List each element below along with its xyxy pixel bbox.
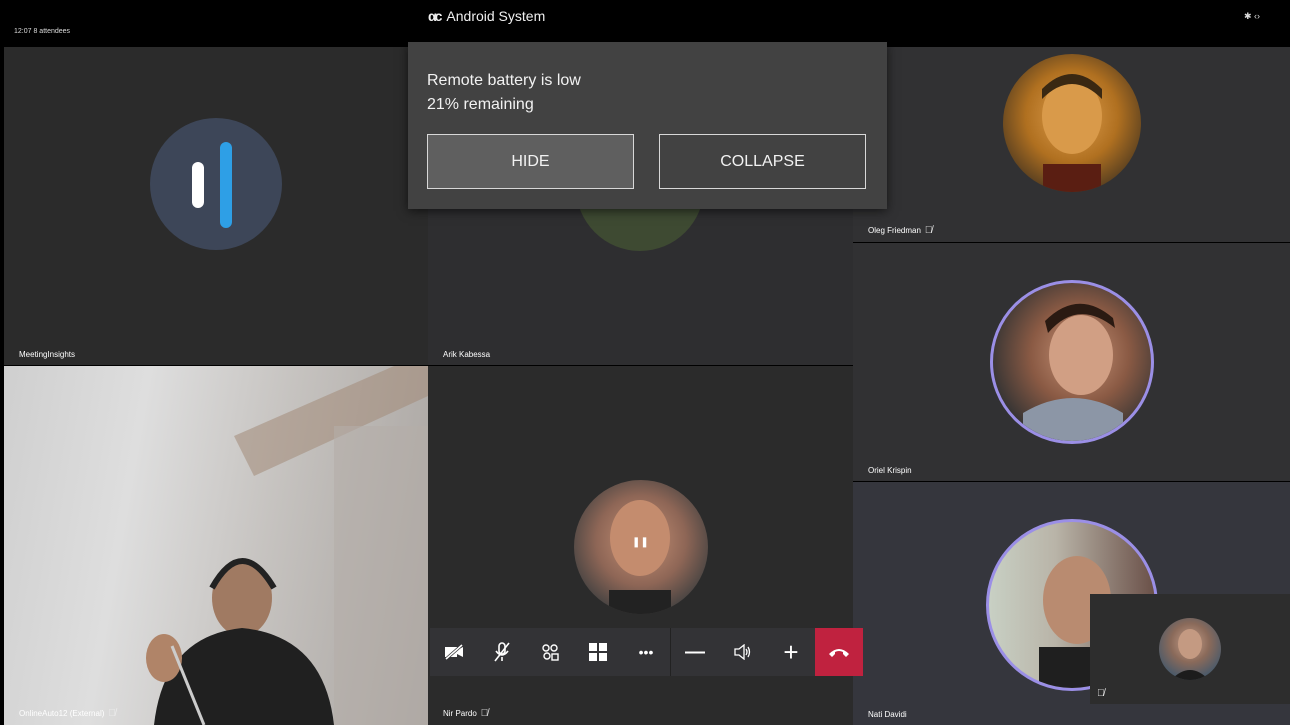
meeting-info: 12:07 8 attendees	[14, 28, 71, 35]
system-title: αc Android System	[428, 8, 545, 24]
mute-button[interactable]	[478, 628, 526, 676]
mic-off-icon: 🎙̸	[924, 225, 933, 236]
participant-name: Arik Kabessa	[443, 350, 491, 359]
mic-off-icon: 🎙̸	[1097, 688, 1105, 699]
volume-up-button[interactable]: +	[767, 628, 815, 676]
avatar	[1003, 54, 1141, 192]
self-video-preview[interactable]: 🎙̸	[1090, 594, 1290, 704]
camera-off-button[interactable]	[430, 628, 478, 676]
participant-tile-oriel-krispin[interactable]: Oriel Krispin	[853, 243, 1290, 481]
minus-icon: —	[685, 640, 705, 663]
meeting-insights-logo-icon	[150, 118, 282, 250]
participant-name: Oriel Krispin	[868, 466, 912, 475]
participant-name: OnlineAuto12 (External) 🎙̸	[19, 708, 116, 719]
more-icon: •••	[638, 644, 654, 660]
video-feed	[146, 366, 428, 725]
participants-button[interactable]	[526, 628, 574, 676]
avatar: ❚❚	[574, 480, 708, 614]
avatar	[990, 280, 1154, 444]
collapse-button[interactable]: COLLAPSE	[659, 134, 866, 189]
hide-button[interactable]: HIDE	[427, 134, 634, 189]
avatar	[1159, 618, 1221, 680]
layout-icon	[589, 643, 607, 661]
camera-off-icon	[445, 644, 463, 660]
call-toolbar: ••• — +	[430, 628, 863, 676]
layout-button[interactable]	[574, 628, 622, 676]
more-options-button[interactable]: •••	[622, 628, 670, 676]
dialog-title: Remote battery is low	[427, 72, 581, 89]
speaker-icon	[734, 644, 751, 660]
participant-name: MeetingInsights	[19, 350, 76, 359]
participant-name: Nati Davidi	[868, 710, 907, 719]
pause-icon: ❚❚	[632, 537, 649, 548]
participant-name: Nir Pardo 🎙̸	[443, 708, 489, 719]
participants-icon	[542, 644, 559, 661]
dialog-message: Remote battery is low 21% remaining	[427, 69, 581, 117]
participant-tile-oleg-friedman[interactable]: Oleg Friedman 🎙̸	[853, 47, 1290, 242]
hang-up-icon	[829, 649, 849, 657]
participant-tile-meetinginsights[interactable]: MeetingInsights	[4, 47, 428, 365]
plus-icon: +	[783, 636, 799, 667]
system-status-bar: αc Android System ✱ ‹›	[0, 0, 1290, 32]
participant-tile-onlineauto12[interactable]: OnlineAuto12 (External) 🎙̸	[4, 366, 428, 725]
mic-off-icon: 🎙̸	[480, 708, 489, 719]
dialog-subtitle: 21% remaining	[427, 96, 534, 113]
bluetooth-icon: ✱ ‹›	[1243, 11, 1260, 21]
hang-up-button[interactable]	[815, 628, 863, 676]
volume-down-button[interactable]: —	[671, 628, 719, 676]
battery-low-dialog: Remote battery is low 21% remaining HIDE…	[408, 42, 887, 209]
android-system-logo: αc	[428, 8, 442, 24]
mic-off-icon	[494, 642, 510, 662]
system-title-text: Android System	[446, 8, 546, 24]
participant-name: Oleg Friedman 🎙̸	[868, 225, 933, 236]
mic-off-icon: 🎙̸	[108, 708, 116, 719]
speaker-button[interactable]	[719, 628, 767, 676]
